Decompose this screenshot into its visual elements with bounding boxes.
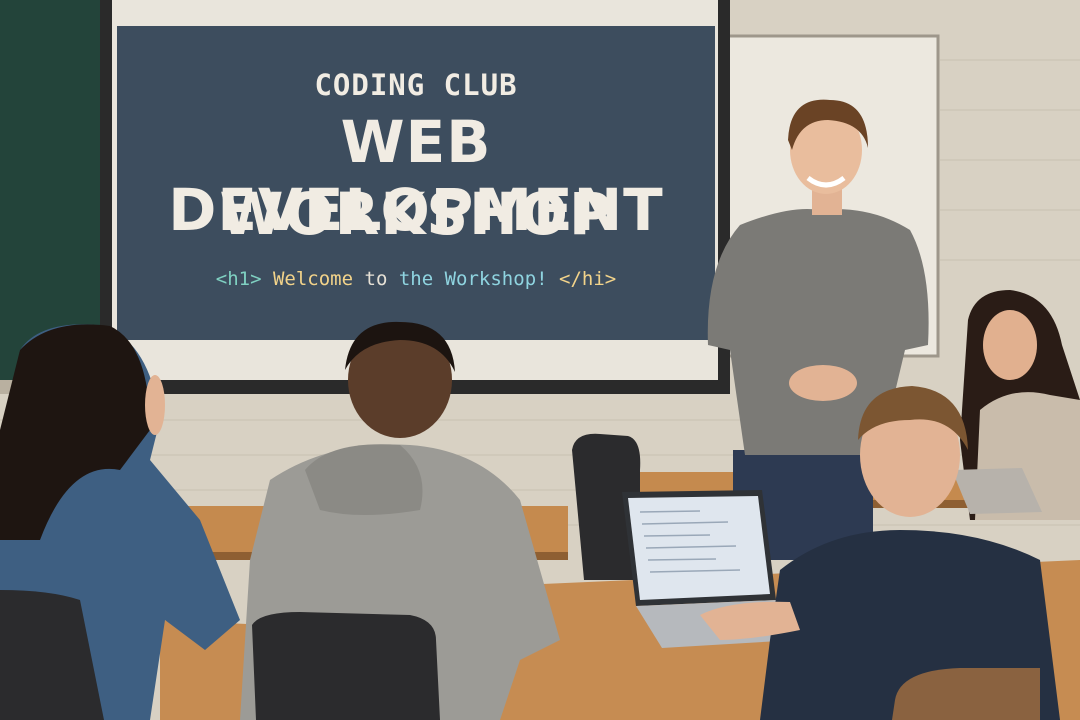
slide-club-name: CODING CLUB (314, 68, 518, 102)
code-to: to (364, 268, 388, 290)
chair-middle (252, 612, 440, 720)
classroom-scene: CODING CLUB WEB DEVELOPMENT WORKSHOP <h1… (0, 0, 1080, 720)
code-open-tag: <h1> (215, 268, 262, 290)
code-the-workshop: the Workshop! (398, 268, 548, 290)
code-welcome: Welcome (272, 268, 354, 290)
slide-title-line-2: WORKSHOP (219, 180, 613, 248)
slide-code-line: <h1> Welcome to the Workshop! </hi> (117, 268, 715, 290)
code-close-tag: </hi> (559, 268, 617, 290)
